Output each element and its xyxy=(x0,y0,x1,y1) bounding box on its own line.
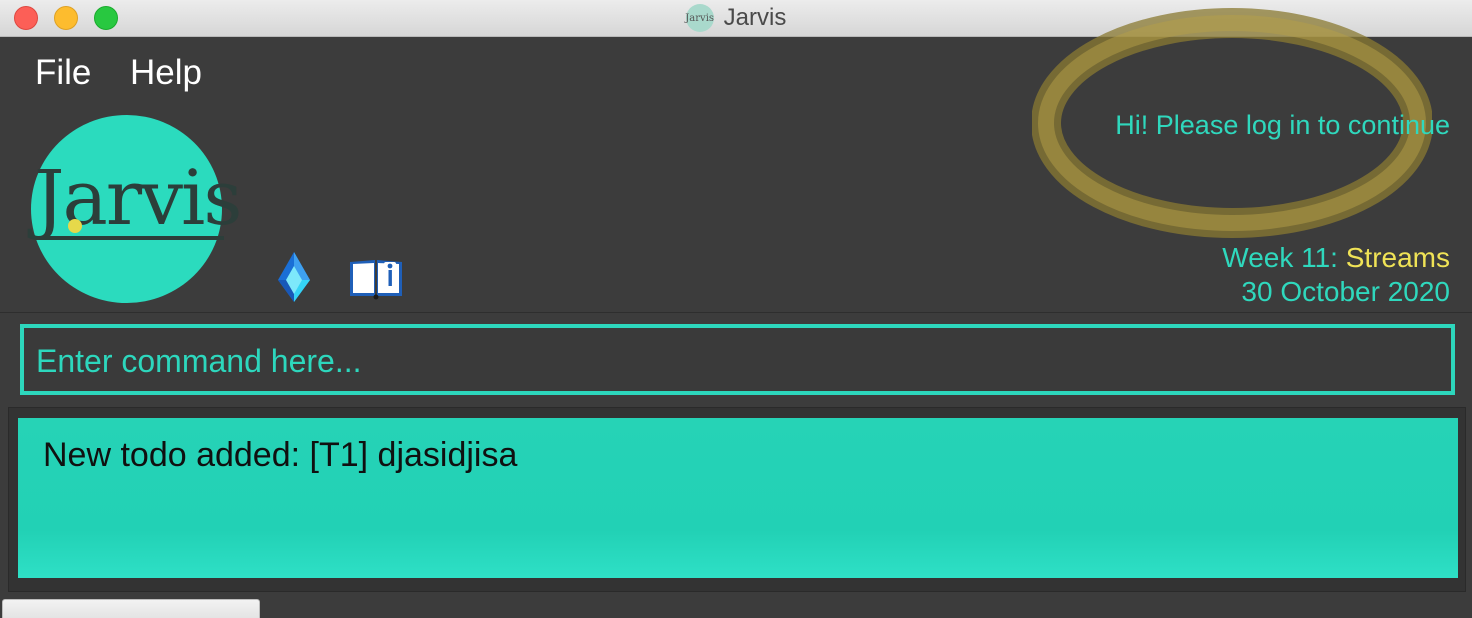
menu-help[interactable]: Help xyxy=(130,53,202,93)
window-title: Jarvis xyxy=(723,4,787,31)
menu-file[interactable]: File xyxy=(35,53,91,93)
week-label: Week 11: xyxy=(1222,242,1338,273)
logo-dot xyxy=(68,219,82,233)
result-display: New todo added: [T1] djasidjisa xyxy=(18,418,1458,578)
logo-text: Jarvis xyxy=(34,153,242,242)
current-date: 30 October 2020 xyxy=(1241,276,1450,307)
app-icon: Jarvis xyxy=(685,4,715,32)
week-topic: Streams xyxy=(1345,242,1450,273)
logo-underline xyxy=(36,236,224,240)
app-icon-text: Jarvis xyxy=(685,12,715,24)
command-input[interactable] xyxy=(36,339,1436,383)
app-window: Jarvis Jarvis File Help Jarvis Hi! Pleas… xyxy=(0,0,1472,618)
login-greeting: Hi! Please log in to continue xyxy=(1115,110,1450,140)
command-box xyxy=(20,324,1455,395)
result-message: New todo added: [T1] djasidjisa xyxy=(43,436,518,474)
header-divider xyxy=(0,312,1472,313)
bottom-tab[interactable] xyxy=(2,599,260,618)
week-info: Week 11: Streams xyxy=(1222,242,1450,274)
gem-icon[interactable] xyxy=(276,250,312,304)
book-info-icon[interactable] xyxy=(348,256,404,300)
